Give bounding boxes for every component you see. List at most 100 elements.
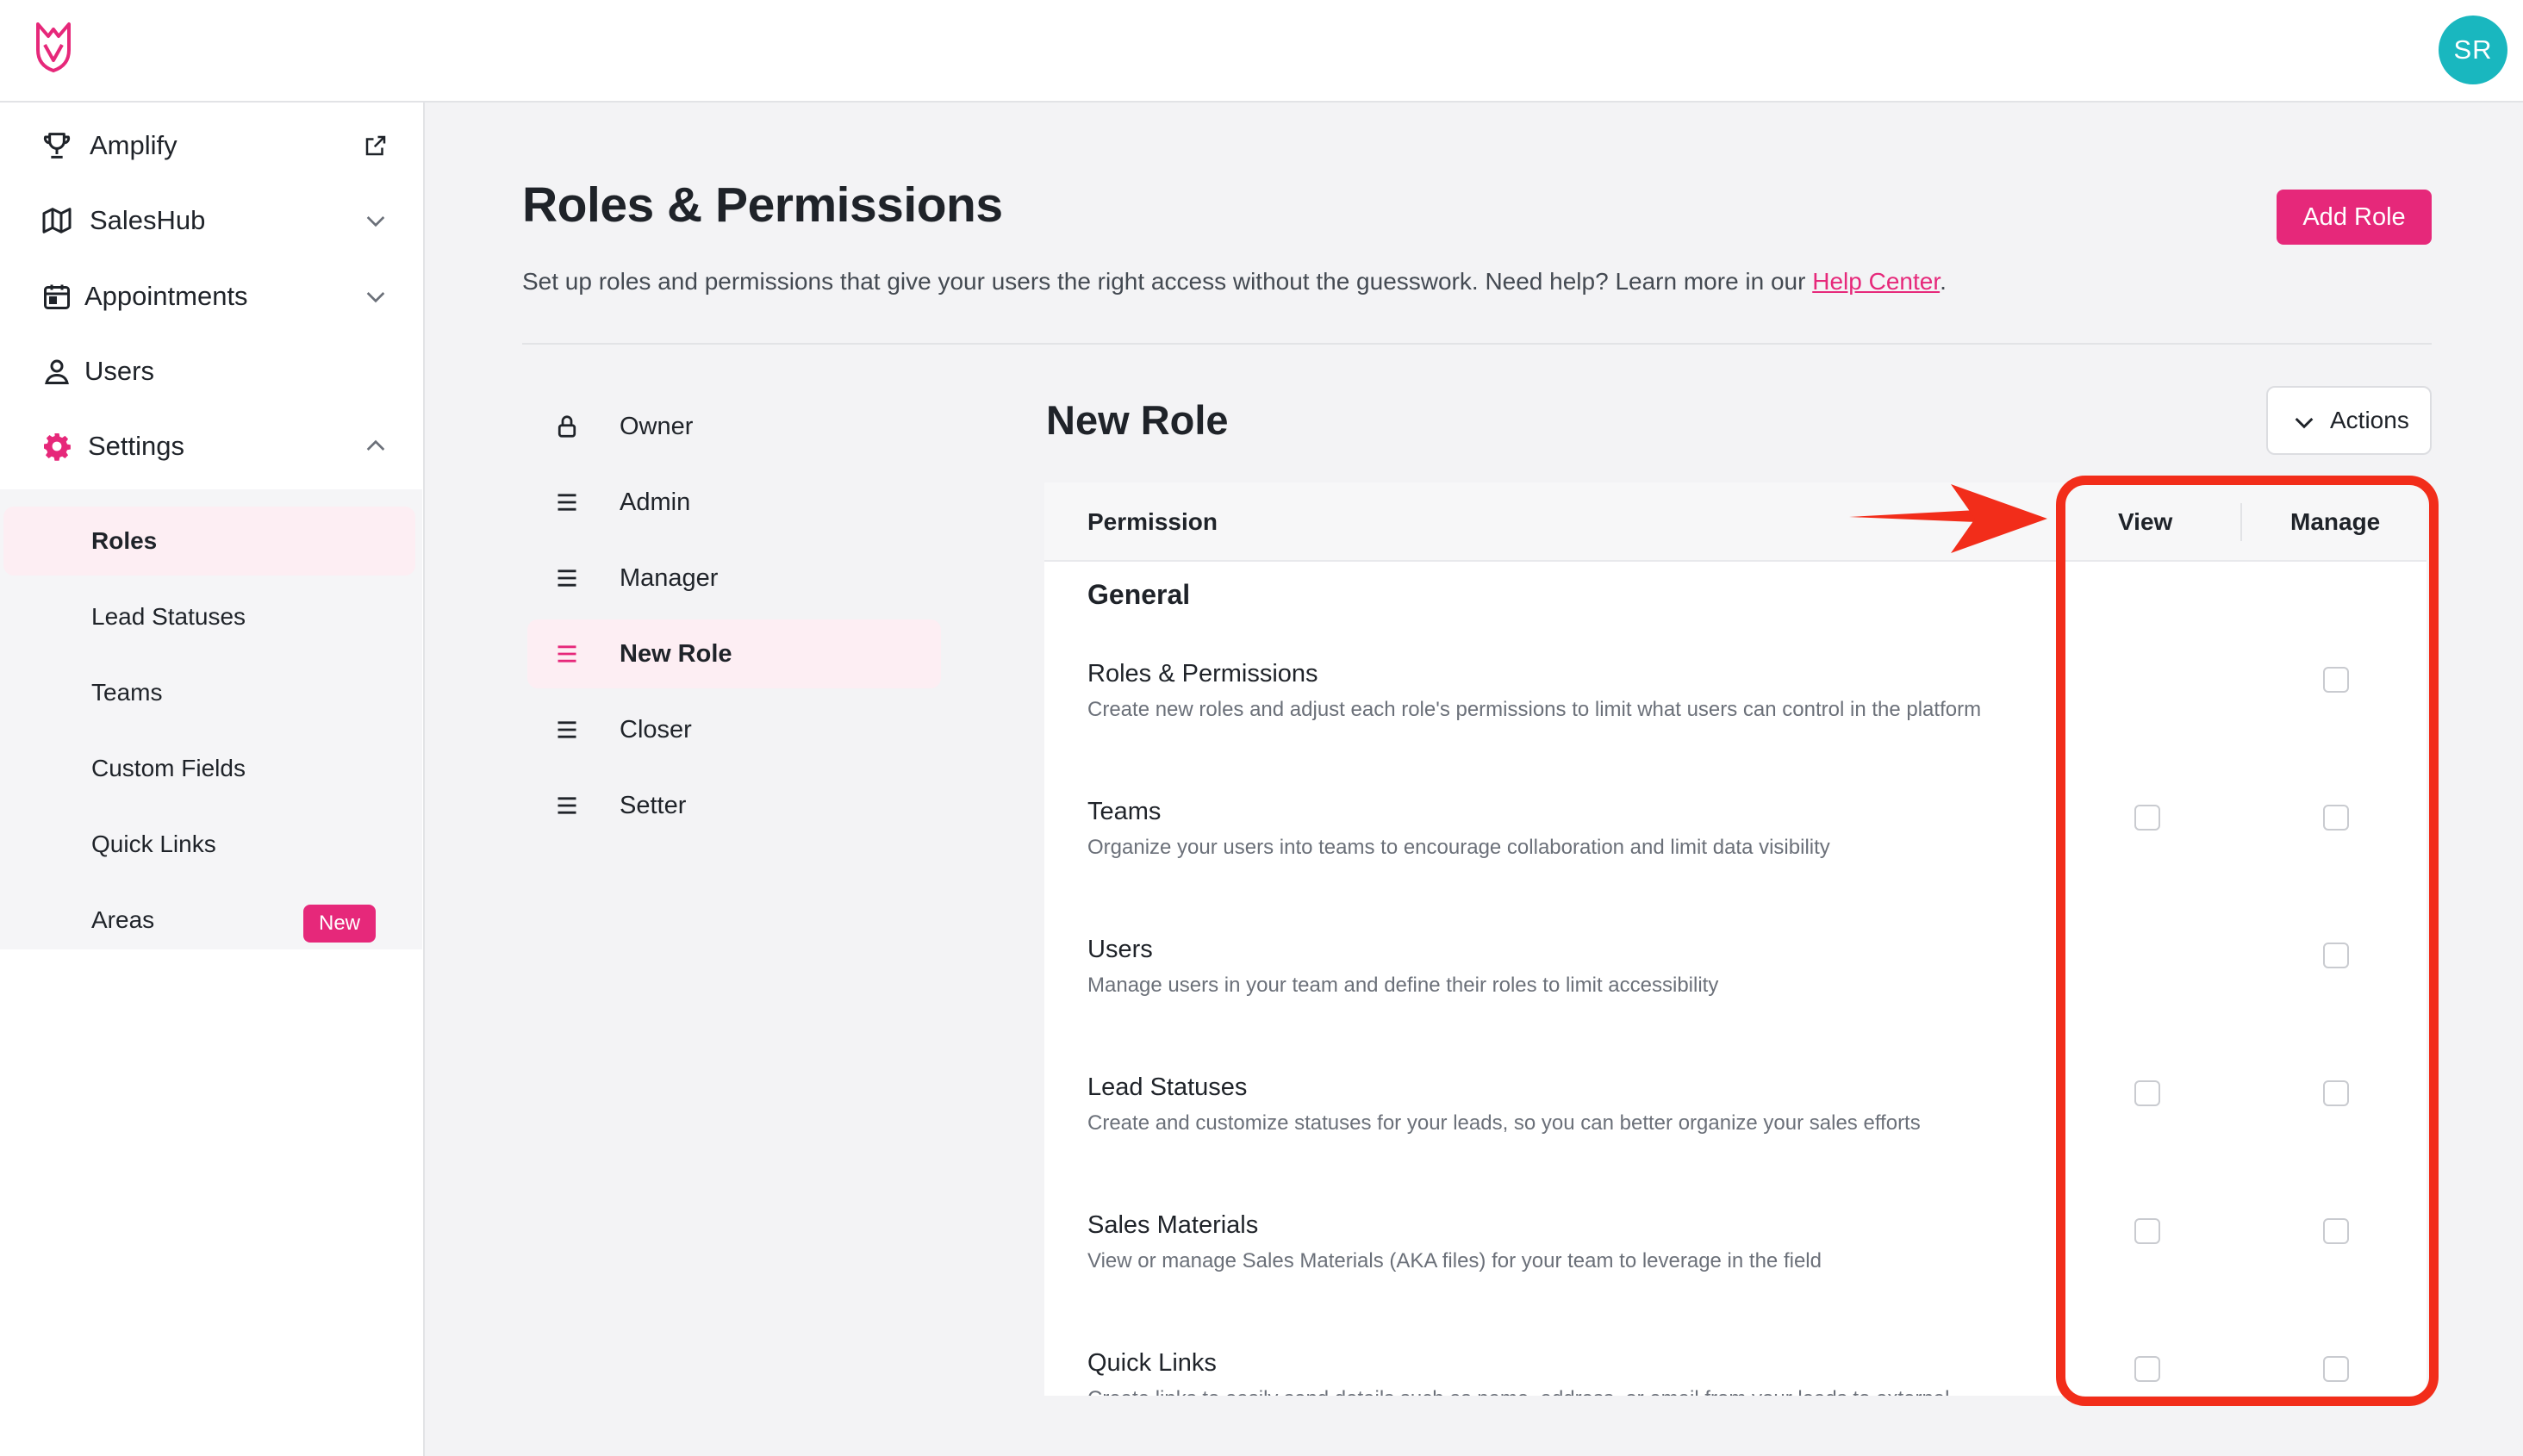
- role-item-closer[interactable]: Closer: [527, 695, 941, 764]
- table-row: Teams Organize your users into teams to …: [1044, 798, 2426, 936]
- view-checkbox[interactable]: [2134, 1218, 2160, 1244]
- permission-name: Roles & Permissions: [1087, 660, 1318, 688]
- divider: [522, 343, 2432, 345]
- role-item-owner[interactable]: Owner: [527, 392, 941, 461]
- menu-icon: [551, 487, 582, 518]
- sidebar-subitem-label: Custom Fields: [91, 755, 246, 781]
- sidebar-item-saleshub[interactable]: SalesHub: [0, 186, 422, 255]
- page-title: Roles & Permissions: [522, 177, 1003, 233]
- new-badge: New: [303, 905, 376, 943]
- page-description-text: Set up roles and permissions that give y…: [522, 268, 1813, 295]
- gear-icon: [38, 427, 76, 465]
- help-center-link[interactable]: Help Center: [1812, 268, 1940, 295]
- table-header: Permission View Manage: [1044, 482, 2426, 562]
- sidebar-subitem-lead-statuses[interactable]: Lead Statuses: [3, 582, 415, 651]
- role-label: Manager: [620, 563, 719, 592]
- role-label: New Role: [620, 639, 732, 668]
- table-row: Quick Links Create links to easily send …: [1044, 1349, 2426, 1396]
- avatar[interactable]: SR: [2439, 16, 2507, 84]
- external-link-icon[interactable]: [357, 127, 395, 165]
- column-header-view: View: [2118, 508, 2173, 535]
- permission-description: Create and customize statuses for your l…: [1087, 1111, 1921, 1135]
- page-description-end: .: [1940, 268, 1947, 295]
- sidebar-item-label: Users: [84, 356, 154, 386]
- table-row: Roles & Permissions Create new roles and…: [1044, 660, 2426, 798]
- sidebar-subitem-custom-fields[interactable]: Custom Fields: [3, 734, 415, 803]
- sidebar-item-label: Appointments: [84, 281, 248, 311]
- map-icon: [38, 202, 76, 240]
- menu-icon: [551, 563, 582, 594]
- actions-button[interactable]: Actions: [2266, 386, 2432, 455]
- role-label: Setter: [620, 791, 687, 819]
- sidebar-item-label: Settings: [88, 431, 185, 461]
- section-title: General: [1087, 579, 1191, 610]
- role-label: Admin: [620, 488, 691, 516]
- permissions-table: Permission View Manage General Roles & P…: [1044, 482, 2426, 1396]
- lock-icon: [551, 411, 582, 442]
- page-description: Set up roles and permissions that give y…: [522, 268, 1947, 296]
- permission-name: Teams: [1087, 798, 1162, 825]
- permission-name: Lead Statuses: [1087, 1073, 1248, 1101]
- manage-checkbox[interactable]: [2323, 943, 2349, 968]
- trophy-icon: [38, 127, 76, 165]
- view-checkbox[interactable]: [2134, 1080, 2160, 1106]
- permission-description: Create new roles and adjust each role's …: [1087, 698, 1982, 721]
- sidebar-subitem-label: Teams: [91, 679, 163, 706]
- sidebar-item-appointments[interactable]: Appointments: [0, 262, 422, 331]
- view-checkbox[interactable]: [2134, 805, 2160, 831]
- permission-name: Quick Links: [1087, 1349, 1217, 1377]
- chevron-down-icon[interactable]: [357, 202, 395, 240]
- sidebar: Amplify SalesHub Appointments Users Sett…: [0, 103, 425, 1456]
- brand-logo-icon[interactable]: [33, 19, 74, 74]
- role-item-manager[interactable]: Manager: [527, 544, 941, 613]
- view-checkbox[interactable]: [2134, 1356, 2160, 1382]
- sidebar-subitem-label: Quick Links: [91, 831, 216, 857]
- permission-description: Manage users in your team and define the…: [1087, 974, 1719, 997]
- actions-label: Actions: [2330, 407, 2409, 433]
- settings-submenu: Roles Lead Statuses Teams Custom Fields …: [0, 489, 422, 949]
- column-header-permission: Permission: [1087, 508, 1218, 535]
- role-label: Closer: [620, 715, 692, 744]
- menu-icon: [551, 714, 582, 745]
- sidebar-subitem-label: Lead Statuses: [91, 603, 246, 630]
- sidebar-item-label: SalesHub: [90, 205, 206, 235]
- column-separator: [2240, 503, 2242, 541]
- chevron-up-icon[interactable]: [357, 427, 395, 465]
- manage-checkbox[interactable]: [2323, 667, 2349, 693]
- column-header-manage: Manage: [2290, 508, 2381, 535]
- sidebar-subitem-label: Roles: [91, 527, 158, 554]
- permission-name: Users: [1087, 936, 1153, 963]
- role-title: New Role: [1046, 397, 1229, 443]
- manage-checkbox[interactable]: [2323, 1356, 2349, 1382]
- role-item-admin[interactable]: Admin: [527, 468, 941, 537]
- permission-description: Create links to easily send details such…: [1087, 1385, 2001, 1396]
- table-row: Sales Materials View or manage Sales Mat…: [1044, 1211, 2426, 1349]
- sidebar-subitem-roles[interactable]: Roles: [3, 507, 415, 576]
- top-bar: SR: [0, 0, 2523, 103]
- sidebar-item-users[interactable]: Users: [0, 337, 422, 406]
- role-item-new-role[interactable]: New Role: [527, 619, 941, 688]
- role-label: Owner: [620, 412, 694, 440]
- manage-checkbox[interactable]: [2323, 805, 2349, 831]
- sidebar-item-amplify[interactable]: Amplify: [0, 111, 422, 180]
- add-role-button[interactable]: Add Role: [2277, 190, 2432, 245]
- permission-name: Sales Materials: [1087, 1211, 1259, 1239]
- user-icon: [38, 352, 76, 390]
- role-item-setter[interactable]: Setter: [527, 771, 941, 840]
- manage-checkbox[interactable]: [2323, 1218, 2349, 1244]
- sidebar-subitem-quick-links[interactable]: Quick Links: [3, 810, 415, 879]
- table-row: Lead Statuses Create and customize statu…: [1044, 1073, 2426, 1211]
- sidebar-subitem-label: Areas: [91, 906, 155, 933]
- permission-description: View or manage Sales Materials (AKA file…: [1087, 1249, 1822, 1272]
- manage-checkbox[interactable]: [2323, 1080, 2349, 1106]
- sidebar-item-settings[interactable]: Settings: [0, 412, 422, 481]
- sidebar-subitem-areas[interactable]: Areas New: [3, 886, 415, 955]
- sidebar-subitem-teams[interactable]: Teams: [3, 658, 415, 727]
- menu-icon: [551, 638, 582, 669]
- sidebar-item-label: Amplify: [90, 130, 178, 160]
- table-row: Users Manage users in your team and defi…: [1044, 936, 2426, 1073]
- chevron-down-icon[interactable]: [357, 277, 395, 315]
- calendar-icon: [38, 277, 76, 315]
- menu-icon: [551, 790, 582, 821]
- chevron-down-icon: [2295, 417, 2314, 429]
